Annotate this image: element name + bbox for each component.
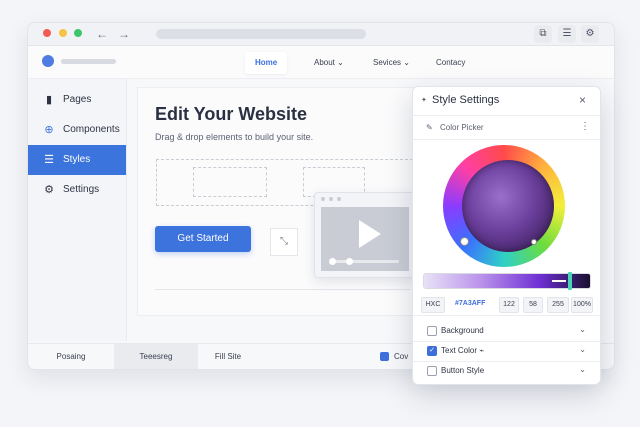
sidebar-item-label: Styles bbox=[63, 154, 91, 165]
text-color-checkbox[interactable]: ✓ bbox=[427, 346, 437, 356]
nav-home[interactable]: Home bbox=[245, 52, 288, 74]
bottom-tab-posaing[interactable]: Posaing bbox=[28, 344, 114, 369]
sidebar-item-settings[interactable]: ⚙ Settings bbox=[28, 175, 126, 205]
video-widget[interactable] bbox=[314, 192, 416, 278]
window-dot bbox=[337, 197, 341, 201]
color-wheel[interactable] bbox=[435, 145, 585, 275]
scrub-knob[interactable] bbox=[329, 258, 336, 265]
logo-placeholder bbox=[61, 59, 116, 64]
drop-slot[interactable] bbox=[193, 167, 267, 197]
hex-input[interactable]: #7A3AFF bbox=[455, 297, 485, 311]
format-toggle[interactable]: HXC bbox=[421, 297, 445, 313]
opacity-slider[interactable] bbox=[423, 272, 591, 290]
color-picker-label: Color Picker bbox=[440, 123, 484, 132]
divider bbox=[155, 289, 410, 290]
color-handle[interactable] bbox=[531, 239, 537, 245]
page-subtitle[interactable]: Drag & drop elements to build your site. bbox=[155, 132, 313, 142]
sidebar-item-label: Pages bbox=[63, 94, 92, 105]
bottom-tab-fill-site[interactable]: Fill Site bbox=[198, 344, 258, 369]
title-bar: ← → ⧉ ☰ ⚙ bbox=[28, 23, 614, 46]
address-bar[interactable] bbox=[156, 29, 366, 39]
chevron-down-icon[interactable]: ⌄ bbox=[579, 365, 586, 374]
maximize-window-button[interactable] bbox=[74, 29, 82, 37]
sidebar-item-label: Components bbox=[63, 124, 120, 135]
panel-title: Style Settings bbox=[432, 94, 500, 106]
sidebar-item-label: Settings bbox=[63, 184, 100, 195]
sidebar: ▮ Pages ⊕ Components ☰ Styles ⚙ Settings bbox=[28, 79, 127, 341]
chevron-down-icon[interactable]: ⌄ bbox=[579, 325, 586, 334]
slider-marker bbox=[552, 280, 566, 282]
close-icon[interactable]: × bbox=[579, 93, 586, 107]
site-header: Home About ⌄ Sevices ⌄ Contacy bbox=[28, 46, 614, 79]
video-titlebar bbox=[315, 193, 415, 205]
reader-icon[interactable]: ☰ bbox=[558, 25, 576, 43]
resize-icon[interactable]: ⤡ bbox=[270, 228, 298, 256]
property-button-style[interactable]: Button Style ⌄ bbox=[413, 361, 600, 381]
saturation-area[interactable] bbox=[462, 160, 554, 252]
video-screen[interactable] bbox=[321, 207, 409, 271]
extension-icon[interactable]: ⧉ bbox=[534, 25, 552, 43]
nav-services[interactable]: Sevices ⌄ bbox=[363, 52, 420, 74]
slider-handle[interactable] bbox=[568, 272, 572, 290]
cov-label[interactable]: Cov bbox=[394, 344, 408, 369]
button-style-checkbox[interactable] bbox=[427, 366, 437, 376]
alpha-input[interactable]: 100% bbox=[571, 297, 593, 313]
sidebar-item-components[interactable]: ⊕ Components bbox=[28, 115, 126, 145]
property-label: Background bbox=[441, 326, 484, 335]
color-values-row: HXC #7A3AFF 122 58 255 100% bbox=[413, 293, 600, 316]
more-options-icon[interactable]: ⋮ bbox=[580, 121, 590, 132]
property-background[interactable]: Background ⌄ bbox=[413, 321, 600, 342]
hue-ring[interactable] bbox=[443, 145, 565, 267]
back-arrow-icon[interactable]: ← bbox=[94, 26, 110, 42]
blue-input[interactable]: 255 bbox=[547, 297, 569, 313]
gear-icon: ⚙ bbox=[44, 184, 54, 196]
property-label: Button Style bbox=[441, 366, 485, 375]
play-icon[interactable] bbox=[359, 220, 381, 248]
logo-icon[interactable] bbox=[42, 55, 54, 67]
style-settings-panel: ✦ Style Settings × ✎ Color Picker ⋮ HXC … bbox=[412, 86, 601, 385]
sidebar-item-styles[interactable]: ☰ Styles bbox=[28, 145, 126, 175]
components-icon: ⊕ bbox=[44, 124, 54, 136]
minimize-window-button[interactable] bbox=[59, 29, 67, 37]
pages-icon: ▮ bbox=[45, 94, 53, 106]
page-title[interactable]: Edit Your Website bbox=[155, 104, 307, 125]
drag-handle-icon[interactable]: ✦ bbox=[421, 96, 427, 104]
sidebar-item-pages[interactable]: ▮ Pages bbox=[28, 85, 126, 115]
nav-contact[interactable]: Contacy bbox=[426, 52, 475, 74]
video-scrubber[interactable] bbox=[329, 258, 399, 265]
window-dot bbox=[321, 197, 325, 201]
chevron-down-icon[interactable]: ⌄ bbox=[579, 345, 586, 354]
close-window-button[interactable] bbox=[43, 29, 51, 37]
nav-about[interactable]: About ⌄ bbox=[304, 52, 354, 74]
window-dot bbox=[329, 197, 333, 201]
cov-icon[interactable] bbox=[380, 352, 389, 361]
styles-icon: ☰ bbox=[44, 154, 54, 166]
eyedropper-icon[interactable]: ✎ bbox=[426, 123, 433, 132]
hue-handle[interactable] bbox=[460, 237, 469, 246]
settings-gear-icon[interactable]: ⚙ bbox=[581, 25, 599, 43]
green-input[interactable]: 58 bbox=[523, 297, 543, 313]
property-label: Text Color ⌁ bbox=[441, 346, 485, 355]
color-picker-row[interactable]: ✎ Color Picker ⋮ bbox=[413, 117, 600, 140]
panel-header: ✦ Style Settings × bbox=[413, 87, 600, 116]
background-checkbox[interactable] bbox=[427, 326, 437, 336]
get-started-button[interactable]: Get Started bbox=[155, 226, 251, 252]
property-text-color[interactable]: ✓ Text Color ⌁ ⌄ bbox=[413, 341, 600, 362]
scrub-knob[interactable] bbox=[346, 258, 353, 265]
red-input[interactable]: 122 bbox=[499, 297, 519, 313]
forward-arrow-icon[interactable]: → bbox=[116, 26, 132, 42]
bottom-tab-teeesreg[interactable]: Teeesreg bbox=[114, 344, 198, 369]
